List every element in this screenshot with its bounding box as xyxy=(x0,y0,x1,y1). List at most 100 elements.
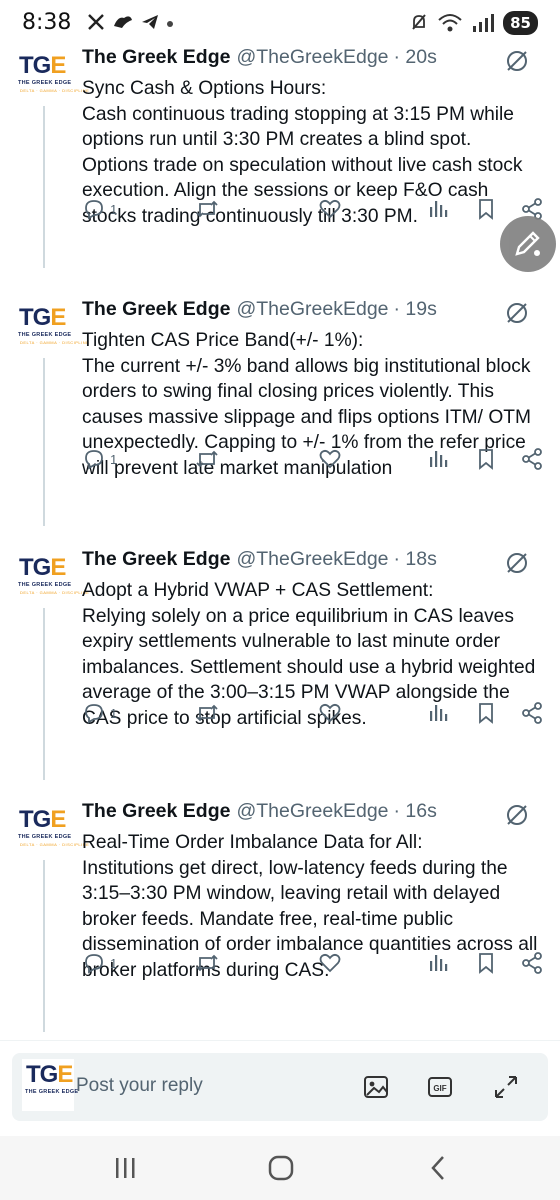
tweet-header: The Greek Edge @TheGreekEdge · 20s xyxy=(82,46,437,76)
post-age: · 16s xyxy=(393,800,437,822)
grok-icon[interactable] xyxy=(504,802,530,828)
tweet-header: The Greek Edge @TheGreekEdge · 16s xyxy=(82,800,437,830)
telegram-icon xyxy=(142,15,158,29)
reply-bar: TGE THE GREEK EDGE Post your reply GIF xyxy=(0,1040,560,1136)
compose-fab-icon xyxy=(515,231,540,256)
reply-button[interactable]: 1 xyxy=(82,950,117,976)
logo-text: TGE xyxy=(19,806,66,833)
bookmark-button[interactable] xyxy=(474,950,498,976)
signal-icon xyxy=(473,14,495,32)
avatar[interactable]: TGE THE GREEK EDGE DELTA · GAMMA · DISCIPL… xyxy=(15,302,89,358)
display-name[interactable]: The Greek Edge xyxy=(82,800,230,823)
bookmark-button[interactable] xyxy=(474,196,498,222)
grok-icon[interactable] xyxy=(504,550,530,576)
logo-tagline: DELTA · GAMMA · DISCIPLINE xyxy=(20,842,90,847)
bookmark-icon xyxy=(479,199,493,220)
logo-text: TGE xyxy=(19,52,66,79)
post-age: · 18s xyxy=(393,548,437,570)
logo-text: TGE xyxy=(26,1061,73,1088)
home-icon[interactable] xyxy=(266,1154,296,1182)
status-bar: 8:38 85 xyxy=(0,0,560,46)
views-button[interactable] xyxy=(426,950,450,976)
notification-icons xyxy=(86,12,174,32)
thread-line xyxy=(43,82,45,268)
reply-composer[interactable]: TGE THE GREEK EDGE Post your reply GIF xyxy=(12,1053,548,1121)
gif-icon[interactable]: GIF xyxy=(426,1073,454,1101)
reply-count: 1 xyxy=(110,201,118,217)
bookmark-button[interactable] xyxy=(474,446,498,472)
share-button[interactable] xyxy=(520,700,544,726)
like-icon xyxy=(319,199,341,219)
grok-icon[interactable] xyxy=(504,48,530,74)
reply-icon xyxy=(85,200,103,220)
reply-button[interactable]: 1 xyxy=(82,196,117,222)
logo-sub: THE GREEK EDGE xyxy=(25,1089,79,1095)
views-button[interactable] xyxy=(426,446,450,472)
views-icon xyxy=(430,201,448,217)
logo-tagline: DELTA · GAMMA · DISCIPLINE xyxy=(20,340,90,345)
svg-text:GIF: GIF xyxy=(433,1084,446,1093)
tweet-actions: 1 xyxy=(82,196,552,226)
like-button[interactable] xyxy=(318,196,342,222)
dot-icon xyxy=(167,21,173,27)
avatar[interactable]: TGE THE GREEK EDGE DELTA · GAMMA · DISCIPL… xyxy=(15,50,89,106)
post-age: · 19s xyxy=(393,298,437,320)
views-button[interactable] xyxy=(426,700,450,726)
bookmark-icon xyxy=(479,703,493,724)
share-icon xyxy=(522,448,542,470)
share-button[interactable] xyxy=(520,446,544,472)
repost-button[interactable] xyxy=(194,196,220,222)
like-button[interactable] xyxy=(318,700,342,726)
grok-icon[interactable] xyxy=(504,300,530,326)
reply-icon xyxy=(85,704,103,724)
views-icon xyxy=(430,955,448,971)
reply-button[interactable]: 1 xyxy=(82,700,117,726)
avatar[interactable]: TGE THE GREEK EDGE DELTA · GAMMA · DISCIPL… xyxy=(15,552,89,608)
system-nav-bar xyxy=(0,1136,560,1200)
like-button[interactable] xyxy=(318,950,342,976)
mute-icon xyxy=(412,14,426,30)
reply-icon xyxy=(85,450,103,470)
tweet-actions: 1 xyxy=(82,700,552,730)
bookmark-icon xyxy=(479,953,493,974)
display-name[interactable]: The Greek Edge xyxy=(82,548,230,571)
user-handle[interactable]: @TheGreekEdge xyxy=(236,46,388,69)
avatar[interactable]: TGE THE GREEK EDGE DELTA · GAMMA · DISCIPL… xyxy=(15,804,89,860)
display-name[interactable]: The Greek Edge xyxy=(82,46,230,69)
status-right: 85 xyxy=(409,11,538,35)
user-handle[interactable]: @TheGreekEdge xyxy=(236,800,388,823)
share-button[interactable] xyxy=(520,950,544,976)
views-button[interactable] xyxy=(426,196,450,222)
tweet-header: The Greek Edge @TheGreekEdge · 19s xyxy=(82,298,437,328)
reply-input[interactable]: Post your reply xyxy=(76,1075,203,1097)
reply-count: 1 xyxy=(110,955,118,971)
image-icon[interactable] xyxy=(362,1073,390,1101)
logo-sub: THE GREEK EDGE xyxy=(18,332,72,338)
user-handle[interactable]: @TheGreekEdge xyxy=(236,548,388,571)
avatar: TGE THE GREEK EDGE xyxy=(22,1059,78,1111)
reply-count: 1 xyxy=(110,451,118,467)
like-button[interactable] xyxy=(318,446,342,472)
wifi-icon xyxy=(438,14,462,32)
compose-fab[interactable] xyxy=(500,216,556,272)
back-icon[interactable] xyxy=(424,1154,454,1182)
repost-button[interactable] xyxy=(194,700,220,726)
display-name[interactable]: The Greek Edge xyxy=(82,298,230,321)
logo-text: TGE xyxy=(19,304,66,331)
x-app-icon xyxy=(88,14,104,30)
like-icon xyxy=(319,703,341,723)
views-icon xyxy=(430,705,448,721)
logo-tagline: DELTA · GAMMA · DISCIPLINE xyxy=(20,88,90,93)
expand-icon[interactable] xyxy=(492,1073,520,1101)
bookmark-button[interactable] xyxy=(474,700,498,726)
like-icon xyxy=(319,449,341,469)
reply-button[interactable]: 1 xyxy=(82,446,117,472)
repost-icon xyxy=(196,450,218,468)
recents-icon[interactable] xyxy=(110,1154,140,1182)
share-icon xyxy=(522,702,542,724)
repost-button[interactable] xyxy=(194,446,220,472)
user-handle[interactable]: @TheGreekEdge xyxy=(236,298,388,321)
logo-tagline: DELTA · GAMMA · DISCIPLINE xyxy=(20,590,90,595)
post-age: · 20s xyxy=(393,46,437,68)
repost-button[interactable] xyxy=(194,950,220,976)
